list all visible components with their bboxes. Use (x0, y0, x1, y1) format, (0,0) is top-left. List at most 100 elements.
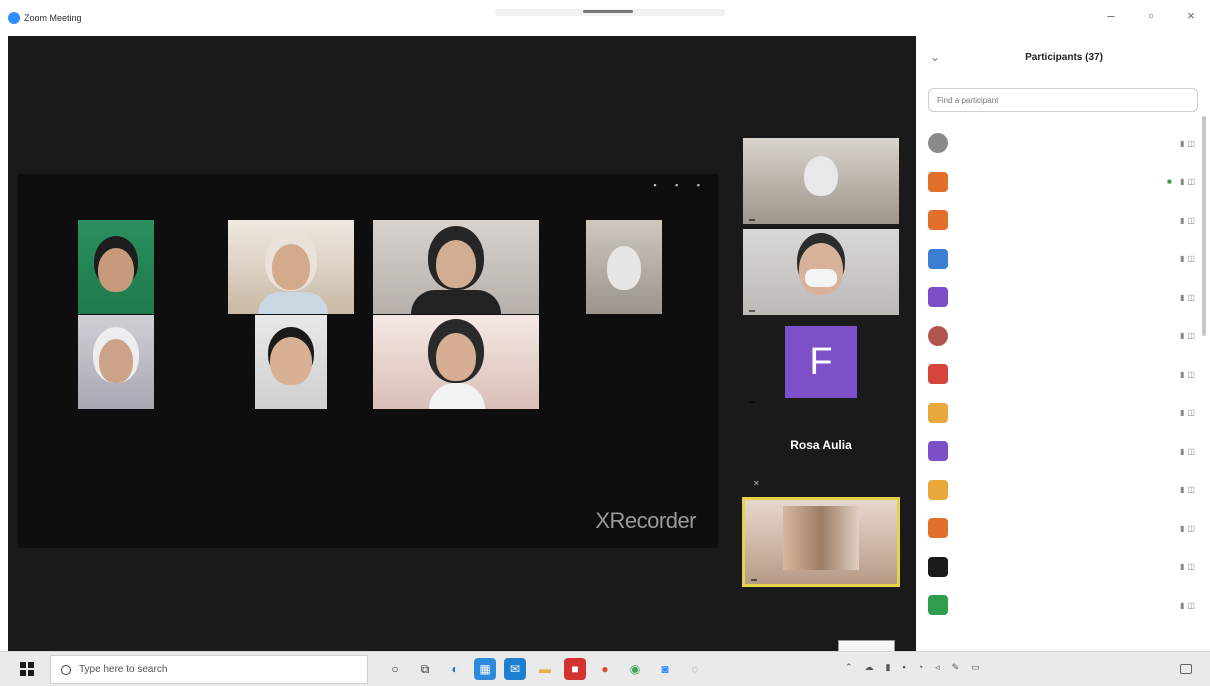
zoom-logo-icon (8, 12, 20, 24)
video-tile (78, 220, 154, 314)
participant-video-tile[interactable] (743, 138, 899, 224)
tray-icon[interactable]: ⌃ (845, 662, 853, 673)
window-title: Zoom Meeting (24, 13, 82, 23)
participant-row[interactable]: ▮◫ (928, 201, 1198, 240)
avatar (928, 479, 948, 500)
mic-camera-icon: ▮◫ (1180, 292, 1198, 302)
avatar (928, 595, 948, 616)
folder-icon[interactable]: ▬ (534, 658, 556, 680)
chrome-icon[interactable]: ◉ (624, 658, 646, 680)
mic-camera-icon: ▮◫ (1180, 485, 1198, 495)
maximize-icon[interactable]: ▫ (1142, 8, 1160, 23)
avatar (928, 248, 948, 269)
participant-list: ▮◫ ■ ▮◫ ▮◫ ▮◫ ▮◫ ▮◫ ▮◫ ▮◫ ▮◫ ▮◫ ▮◫ ▮◫ ▮◫ (928, 124, 1198, 625)
avatar (928, 518, 948, 539)
taskbar: Type here to search ○ ⧉ ◐ ▦ ✉ ▬ ■ ● ◉ ◙ … (0, 651, 1210, 686)
mic-camera-icon: ▮◫ (1180, 215, 1198, 225)
mic-camera-icon: ▮◫ (1180, 408, 1198, 418)
video-tile (78, 315, 154, 409)
task-view-icon[interactable]: ⧉ (414, 658, 436, 680)
panel-header: ⌄ Participants (37) (918, 36, 1210, 80)
video-tile (228, 220, 354, 314)
mic-camera-icon: ▮◫ (1180, 254, 1198, 264)
title-drag-handle[interactable] (495, 9, 725, 16)
volume-icon[interactable]: ◃ (935, 662, 940, 673)
shared-video-view: ▪ ▪ ▪ XRecorder (18, 174, 718, 548)
participant-row[interactable]: ▮◫ (928, 548, 1198, 587)
taskbar-search[interactable]: Type here to search (50, 655, 368, 684)
store-icon[interactable]: ▦ (474, 658, 496, 680)
participant-row[interactable]: ▮◫ (928, 432, 1198, 471)
minimize-icon[interactable]: – (1102, 8, 1120, 23)
video-tile (255, 315, 327, 409)
panel-scrollbar[interactable] (1202, 116, 1206, 336)
zoom-icon[interactable]: ◙ (654, 658, 676, 680)
video-tile (373, 315, 539, 409)
participant-row[interactable]: ▮◫ (928, 278, 1198, 317)
title-bar: Zoom Meeting – ▫ × (0, 0, 1210, 36)
participant-name-label (749, 219, 755, 221)
mic-camera-icon: ▮◫ (1180, 369, 1198, 379)
avatar (928, 287, 948, 308)
participants-panel: ⌄ Participants (37) ▮◫ ■ ▮◫ ▮◫ ▮◫ ▮◫ ▮◫ … (918, 36, 1210, 651)
tray-icon[interactable]: ☁ (865, 662, 874, 673)
mic-camera-icon: ▮◫ (1180, 600, 1198, 610)
avatar (928, 556, 948, 577)
avatar (928, 364, 948, 385)
participant-name-label (751, 579, 757, 581)
cortana-icon[interactable]: ○ (384, 658, 406, 680)
participant-row[interactable]: ▮◫ (928, 240, 1198, 279)
notification-icon[interactable] (1180, 664, 1192, 674)
mic-camera-icon: ▮◫ (1180, 523, 1198, 533)
avatar (928, 325, 948, 346)
tray-icon[interactable]: ▪ (903, 662, 906, 673)
office-icon[interactable]: ■ (564, 658, 586, 680)
mail-icon[interactable]: ✉ (504, 658, 526, 680)
participant-row[interactable]: ■ ▮◫ (928, 163, 1198, 202)
avatar (928, 210, 948, 231)
participant-video-tile[interactable]: Rosa Aulia ✕ (743, 412, 899, 492)
participant-row[interactable]: ▮◫ (928, 586, 1198, 625)
app-icon[interactable]: ◌ (684, 658, 706, 680)
participant-video-tile[interactable]: F (743, 320, 899, 406)
panel-title: Participants (37) (1025, 52, 1103, 63)
video-area: ▪ ▪ ▪ XRecorder F Rosa Aulia ✕ (8, 36, 916, 651)
avatar (928, 171, 948, 192)
video-tile (373, 220, 539, 314)
battery-icon[interactable]: ▮ (886, 662, 891, 673)
search-placeholder: Type here to search (79, 664, 168, 675)
avatar (928, 441, 948, 462)
participant-name-label (749, 401, 755, 403)
participant-row[interactable]: ▮◫ (928, 355, 1198, 394)
wifi-icon[interactable]: ◔ (918, 662, 923, 673)
participant-row[interactable]: ▮◫ (928, 317, 1198, 356)
participant-row[interactable]: ▮◫ (928, 509, 1198, 548)
participant-row[interactable]: ▮◫ (928, 394, 1198, 433)
mic-camera-icon: ▮◫ (1180, 562, 1198, 572)
muted-mic-icon: ✕ (753, 479, 760, 488)
pen-icon[interactable]: ✎ (952, 662, 960, 673)
participant-name-label (749, 310, 755, 312)
windows-start-icon[interactable] (20, 662, 34, 676)
participant-video-tile[interactable] (743, 229, 899, 315)
view-controls-icon[interactable]: ▪ ▪ ▪ (653, 180, 708, 190)
participant-search-input[interactable] (928, 88, 1198, 112)
mic-camera-icon: ▮◫ (1180, 138, 1198, 148)
close-icon[interactable]: × (1182, 8, 1200, 23)
video-tile (586, 220, 662, 314)
app-icon[interactable]: ● (594, 658, 616, 680)
edge-icon[interactable]: ◐ (444, 658, 466, 680)
participant-name-label: Rosa Aulia (790, 438, 852, 452)
avatar (928, 402, 948, 423)
mic-camera-icon: ▮◫ (1180, 331, 1198, 341)
language-icon[interactable]: ▭ (971, 662, 980, 673)
avatar (928, 133, 948, 154)
participant-row[interactable]: ▮◫ (928, 124, 1198, 163)
active-speaker-tile[interactable] (742, 497, 900, 587)
mic-camera-icon: ▮◫ (1180, 446, 1198, 456)
system-tray: ⌃ ☁ ▮ ▪ ◔ ◃ ✎ ▭ (845, 662, 980, 673)
avatar: F (785, 326, 857, 398)
search-icon (61, 664, 71, 675)
participant-row[interactable]: ▮◫ (928, 471, 1198, 510)
mic-camera-icon: ■ ▮◫ (1166, 177, 1198, 187)
